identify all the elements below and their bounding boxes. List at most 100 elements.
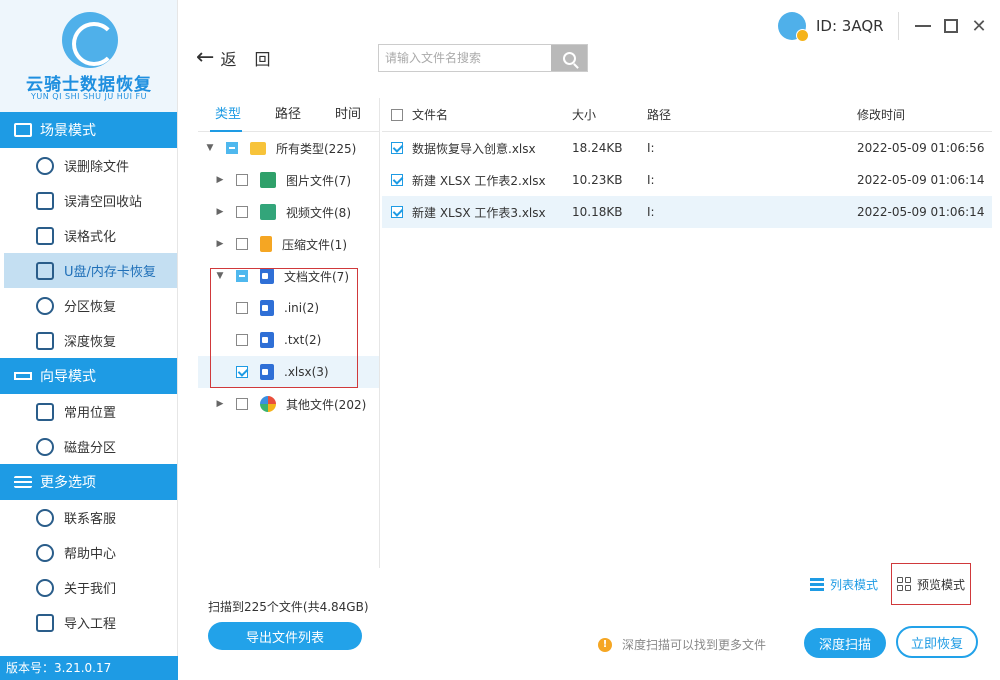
tree-row[interactable]: ▼ 所有类型(225) bbox=[198, 132, 379, 164]
tree-checkbox[interactable] bbox=[236, 206, 248, 218]
list-mode-button[interactable]: 列表模式 bbox=[810, 576, 878, 593]
back-arrow-icon: ← bbox=[196, 45, 215, 70]
logo-area: 云骑士数据恢复 YUN QI SHI SHU JU HUI FU bbox=[0, 0, 177, 112]
sidebar-item[interactable]: 磁盘分区 bbox=[0, 429, 177, 464]
deep-recovery-icon bbox=[36, 331, 54, 350]
row-checkbox-cell bbox=[382, 174, 412, 186]
search-input[interactable] bbox=[379, 45, 551, 71]
collapse-caret-icon[interactable]: ▶ bbox=[216, 207, 224, 217]
tree-row-label: 视频文件(8) bbox=[286, 205, 351, 220]
close-button[interactable]: ✕ bbox=[965, 12, 993, 40]
table-row[interactable]: 新建 XLSX 工作表2.xlsx 10.23KB I: 2022-05-09 01:… bbox=[382, 164, 992, 196]
user-area[interactable]: ID: 3AQR bbox=[778, 12, 884, 42]
window-controls: ✕ bbox=[898, 12, 993, 40]
tree-checkbox[interactable] bbox=[226, 142, 238, 154]
folder-icon bbox=[250, 141, 266, 155]
minimize-icon bbox=[915, 25, 931, 27]
user-id: ID: 3AQR bbox=[816, 17, 884, 35]
sidebar-item-label: 深度恢复 bbox=[64, 335, 117, 350]
sidebar-item-label: 帮助中心 bbox=[64, 547, 117, 562]
tree-row[interactable]: .ini(2) bbox=[198, 292, 379, 324]
sidebar-item-label: 常用位置 bbox=[64, 406, 117, 421]
sidebar-item[interactable]: 关于我们 bbox=[0, 570, 177, 605]
tree-row-label: 所有类型(225) bbox=[276, 141, 357, 156]
file-path: I: bbox=[647, 141, 655, 155]
sidebar-item[interactable]: 导入工程 bbox=[0, 605, 177, 640]
file-delete-icon bbox=[36, 156, 54, 175]
tree-tab[interactable]: 路径 bbox=[258, 98, 318, 131]
signpost-icon bbox=[14, 372, 32, 380]
row-checkbox[interactable] bbox=[391, 142, 403, 154]
phone-icon bbox=[36, 508, 54, 527]
column-header-path[interactable]: 路径 bbox=[647, 106, 857, 123]
sidebar-item[interactable]: U盘/内存卡恢复 bbox=[4, 253, 177, 288]
tree-checkbox[interactable] bbox=[236, 334, 248, 346]
tree-row[interactable]: ▶ 其他文件(202) bbox=[198, 388, 379, 420]
sidebar-item[interactable]: 常用位置 bbox=[0, 394, 177, 429]
column-header-name[interactable]: 文件名 bbox=[412, 106, 572, 123]
deep-scan-button[interactable]: 深度扫描 bbox=[804, 628, 886, 658]
sidebar-item[interactable]: 分区恢复 bbox=[0, 288, 177, 323]
tree-checkbox[interactable] bbox=[236, 366, 248, 378]
expand-caret-icon[interactable]: ▼ bbox=[206, 143, 214, 153]
maximize-button[interactable] bbox=[937, 12, 965, 40]
sidebar-item[interactable]: 误格式化 bbox=[0, 218, 177, 253]
sidebar: 云骑士数据恢复 YUN QI SHI SHU JU HUI FU 场景模式误删除… bbox=[0, 0, 178, 680]
search-box bbox=[378, 44, 588, 72]
scene-icon bbox=[14, 123, 32, 137]
sidebar-item[interactable]: 误清空回收站 bbox=[0, 183, 177, 218]
disk-icon bbox=[36, 437, 54, 456]
tree-row[interactable]: ▼ 文档文件(7) bbox=[198, 260, 379, 292]
tree-checkbox[interactable] bbox=[236, 174, 248, 186]
video-icon bbox=[260, 204, 276, 220]
tree-checkbox[interactable] bbox=[236, 270, 248, 282]
section-header: 向导模式 bbox=[0, 358, 177, 394]
other-files-icon bbox=[260, 396, 276, 412]
back-label: 返回 bbox=[220, 50, 289, 69]
section-header: 场景模式 bbox=[0, 112, 177, 148]
tree-checkbox[interactable] bbox=[236, 398, 248, 410]
collapse-caret-icon[interactable]: ▶ bbox=[216, 175, 224, 185]
minimize-button[interactable] bbox=[909, 12, 937, 40]
avatar[interactable] bbox=[778, 12, 809, 42]
sidebar-item-label: 误清空回收站 bbox=[64, 195, 143, 210]
tree-row[interactable]: ▶ 压缩文件(1) bbox=[198, 228, 379, 260]
tree-row[interactable]: .xlsx(3) bbox=[198, 356, 379, 388]
sidebar-item[interactable]: 深度恢复 bbox=[0, 323, 177, 358]
recover-now-button[interactable]: 立即恢复 bbox=[896, 626, 978, 658]
sidebar-item[interactable]: 误删除文件 bbox=[0, 148, 177, 183]
tree-row[interactable]: .txt(2) bbox=[198, 324, 379, 356]
tree-row[interactable]: ▶ 视频文件(8) bbox=[198, 196, 379, 228]
expand-caret-icon[interactable]: ▼ bbox=[216, 271, 224, 281]
tree-tab[interactable]: 类型 bbox=[198, 98, 258, 132]
search-button[interactable] bbox=[551, 45, 587, 71]
column-header-modified[interactable]: 修改时间 bbox=[857, 106, 992, 123]
partition-icon bbox=[36, 296, 54, 315]
row-checkbox[interactable] bbox=[391, 206, 403, 218]
sidebar-item[interactable]: 帮助中心 bbox=[0, 535, 177, 570]
back-button[interactable]: ← 返回 bbox=[196, 46, 288, 70]
zip-icon bbox=[260, 236, 272, 252]
row-checkbox[interactable] bbox=[391, 174, 403, 186]
export-list-button[interactable]: 导出文件列表 bbox=[208, 622, 362, 650]
version-label: 版本号：3.21.0.17 bbox=[0, 656, 178, 680]
file-rows: 数据恢复导入创意.xlsx 18.24KB I: 2022-05-09 01:06:5… bbox=[382, 132, 992, 228]
column-header-size[interactable]: 大小 bbox=[572, 106, 647, 123]
collapse-caret-icon[interactable]: ▶ bbox=[216, 239, 224, 249]
table-row[interactable]: 数据恢复导入创意.xlsx 18.24KB I: 2022-05-09 01:06:5… bbox=[382, 132, 992, 164]
file-name: 新建 XLSX 工作表2.xlsx bbox=[412, 173, 546, 188]
tree-row[interactable]: ▶ 图片文件(7) bbox=[198, 164, 379, 196]
import-icon bbox=[36, 613, 54, 632]
tree-tab[interactable]: 时间 bbox=[318, 98, 378, 131]
select-all-checkbox[interactable] bbox=[391, 108, 403, 121]
deep-scan-hint: ! 深度扫描可以找到更多文件 bbox=[598, 636, 766, 653]
preview-mode-button[interactable]: 预览模式 bbox=[891, 563, 971, 605]
tree-checkbox[interactable] bbox=[236, 302, 248, 314]
tree-checkbox[interactable] bbox=[236, 238, 248, 250]
collapse-caret-icon[interactable]: ▶ bbox=[216, 399, 224, 409]
select-all-cell bbox=[382, 108, 412, 121]
table-row[interactable]: 新建 XLSX 工作表3.xlsx 10.18KB I: 2022-05-09 01:… bbox=[382, 196, 992, 228]
file-path: I: bbox=[647, 205, 655, 219]
sidebar-item-label: 误删除文件 bbox=[64, 160, 130, 175]
sidebar-item[interactable]: 联系客服 bbox=[0, 500, 177, 535]
